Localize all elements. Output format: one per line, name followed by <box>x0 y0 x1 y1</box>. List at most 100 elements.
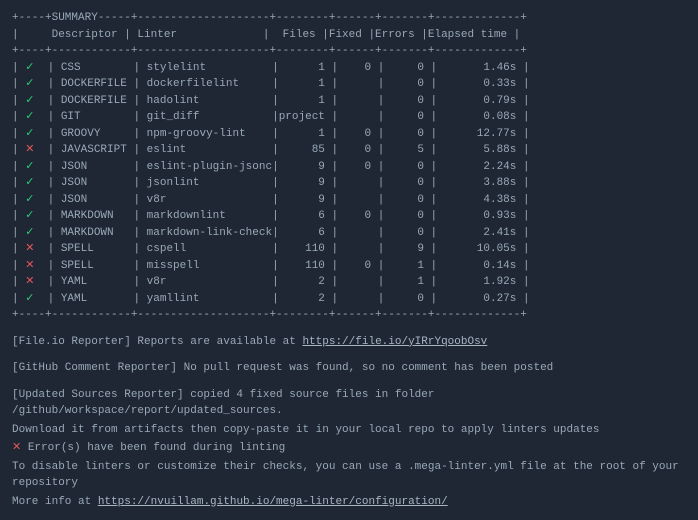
files-cell: 2 <box>279 293 332 305</box>
files-cell: 1 <box>279 78 332 90</box>
elapsed-cell: 12.77s <box>437 128 523 140</box>
fixed-cell <box>338 177 378 189</box>
fixed-cell: 0 <box>338 260 378 272</box>
table-row: | ✓ | DOCKERFILE | hadolint | 1 | | 0 | … <box>12 93 686 110</box>
fixed-cell <box>338 276 378 288</box>
linter-cell: v8r <box>147 276 272 288</box>
table-row: | ✓ | MARKDOWN | markdown-link-check| 6 … <box>12 225 686 242</box>
descriptor-cell: JAVASCRIPT <box>61 144 134 156</box>
fixed-cell: 0 <box>338 161 378 173</box>
files-cell: 6 <box>279 210 332 222</box>
fixed-cell <box>338 95 378 107</box>
linter-cell: misspell <box>147 260 272 272</box>
download-line: Download it from artifacts then copy-pas… <box>12 422 686 439</box>
fixed-cell <box>338 78 378 90</box>
descriptor-cell: JSON <box>61 194 134 206</box>
errors-cell: 0 <box>384 95 430 107</box>
files-cell: 85 <box>279 144 332 156</box>
descriptor-cell: MARKDOWN <box>61 227 134 239</box>
elapsed-cell: 4.38s <box>437 194 523 206</box>
errors-cell: 1 <box>384 276 430 288</box>
files-cell: 2 <box>279 276 332 288</box>
files-cell: 110 <box>279 243 332 255</box>
table-row: | ✓ | GIT | git_diff |project | | 0 | 0.… <box>12 109 686 126</box>
linter-cell: markdownlint <box>147 210 272 222</box>
table-row: | ✓ | CSS | stylelint | 1 | 0 | 0 | 1.46… <box>12 60 686 77</box>
fixed-cell <box>338 194 378 206</box>
elapsed-cell: 2.41s <box>437 227 523 239</box>
table-row: | ✕ | JAVASCRIPT | eslint | 85 | 0 | 5 |… <box>12 142 686 159</box>
table-row: | ✓ | GROOVY | npm-groovy-lint | 1 | 0 |… <box>12 126 686 143</box>
errors-cell: 1 <box>384 260 430 272</box>
descriptor-cell: SPELL <box>61 243 134 255</box>
linter-cell: npm-groovy-lint <box>147 128 272 140</box>
descriptor-cell: GROOVY <box>61 128 134 140</box>
elapsed-cell: 3.88s <box>437 177 523 189</box>
files-cell: 1 <box>279 128 332 140</box>
linter-cell: cspell <box>147 243 272 255</box>
fixed-cell: 0 <box>338 62 378 74</box>
fixed-cell: 0 <box>338 128 378 140</box>
linter-cell: yamllint <box>147 293 272 305</box>
table-row: | ✕ | SPELL | misspell | 110 | 0 | 1 | 0… <box>12 258 686 275</box>
errors-cell: 0 <box>384 227 430 239</box>
table-row: | ✓ | DOCKERFILE | dockerfilelint | 1 | … <box>12 76 686 93</box>
descriptor-cell: DOCKERFILE <box>61 95 134 107</box>
elapsed-cell: 0.33s <box>437 78 523 90</box>
errors-cell: 0 <box>384 293 430 305</box>
linter-cell: dockerfilelint <box>147 78 272 90</box>
updated-sources-line: [Updated Sources Reporter] copied 4 fixe… <box>12 387 686 420</box>
summary-table: +----+SUMMARY-----+--------------------+… <box>12 10 686 324</box>
elapsed-cell: 1.92s <box>437 276 523 288</box>
disable-hint-line: To disable linters or customize their ch… <box>12 459 686 492</box>
table-row: | ✕ | SPELL | cspell | 110 | | 9 | 10.05… <box>12 241 686 258</box>
descriptor-cell: JSON <box>61 161 134 173</box>
footer-messages: [File.io Reporter] Reports are available… <box>12 334 686 511</box>
files-cell: 6 <box>279 227 332 239</box>
files-cell: 1 <box>279 62 332 74</box>
elapsed-cell: 0.93s <box>437 210 523 222</box>
linter-cell: stylelint <box>147 62 272 74</box>
fixed-cell <box>338 243 378 255</box>
errors-cell: 5 <box>384 144 430 156</box>
linter-cell: markdown-link-check <box>147 227 272 239</box>
descriptor-cell: CSS <box>61 62 134 74</box>
descriptor-cell: YAML <box>61 293 134 305</box>
elapsed-cell: 10.05s <box>437 243 523 255</box>
elapsed-cell: 0.14s <box>437 260 523 272</box>
more-info-line: More info at https://nvuillam.github.io/… <box>12 494 686 511</box>
fileio-url[interactable]: https://file.io/yIRrYqoobOsv <box>302 336 487 348</box>
fixed-cell <box>338 293 378 305</box>
descriptor-cell: MARKDOWN <box>61 210 134 222</box>
elapsed-cell: 0.08s <box>437 111 523 123</box>
files-cell: 9 <box>279 177 332 189</box>
errors-cell: 0 <box>384 177 430 189</box>
elapsed-cell: 1.46s <box>437 62 523 74</box>
files-cell: project <box>279 111 332 123</box>
descriptor-cell: JSON <box>61 177 134 189</box>
elapsed-cell: 5.88s <box>437 144 523 156</box>
github-comment-line: [GitHub Comment Reporter] No pull reques… <box>12 360 686 377</box>
table-row: | ✓ | MARKDOWN | markdownlint | 6 | 0 | … <box>12 208 686 225</box>
fixed-cell: 0 <box>338 144 378 156</box>
errors-cell: 0 <box>384 62 430 74</box>
table-row: | ✓ | JSON | v8r | 9 | | 0 | 4.38s | <box>12 192 686 209</box>
files-cell: 9 <box>279 194 332 206</box>
files-cell: 9 <box>279 161 332 173</box>
files-cell: 110 <box>279 260 332 272</box>
more-info-url[interactable]: https://nvuillam.github.io/mega-linter/c… <box>98 496 448 508</box>
descriptor-cell: GIT <box>61 111 134 123</box>
linter-cell: eslint-plugin-jsonc <box>147 161 272 173</box>
error-summary-line: ✕ Error(s) have been found during lintin… <box>12 440 686 457</box>
table-row: | ✓ | JSON | jsonlint | 9 | | 0 | 3.88s … <box>12 175 686 192</box>
fileio-reporter-line: [File.io Reporter] Reports are available… <box>12 334 686 351</box>
border-mid: +----+------------+--------------------+… <box>12 43 686 60</box>
fail-icon: ✕ <box>12 442 21 454</box>
linter-cell: git_diff <box>147 111 272 123</box>
errors-cell: 0 <box>384 210 430 222</box>
errors-cell: 0 <box>384 161 430 173</box>
linter-cell: hadolint <box>147 95 272 107</box>
descriptor-cell: SPELL <box>61 260 134 272</box>
fixed-cell <box>338 227 378 239</box>
descriptor-cell: YAML <box>61 276 134 288</box>
